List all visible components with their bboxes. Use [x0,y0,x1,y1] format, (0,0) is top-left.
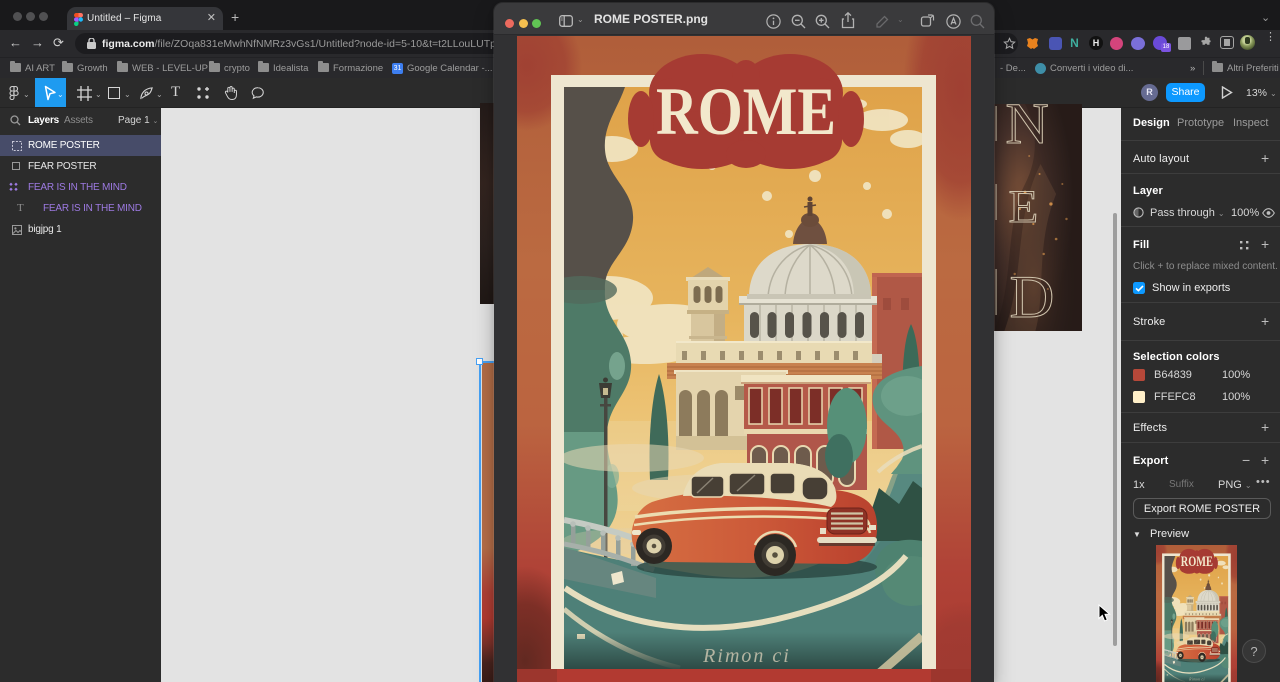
svg-text:D: D [1010,265,1055,331]
svg-text:N: N [1005,104,1048,156]
svg-text:E: E [1008,181,1038,233]
